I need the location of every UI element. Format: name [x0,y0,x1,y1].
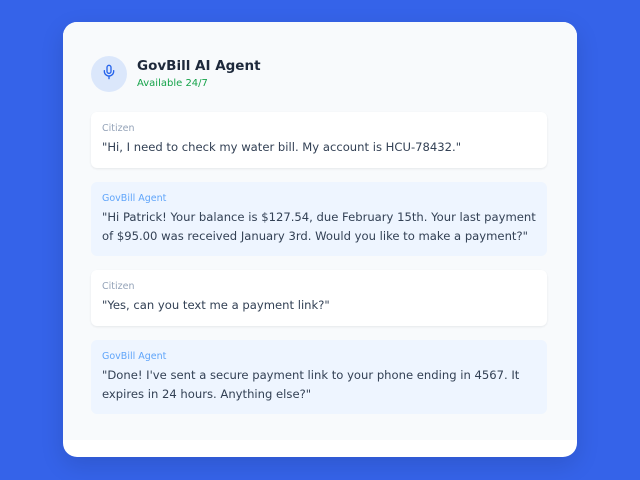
message-text: "Yes, can you text me a payment link?" [102,298,330,312]
chat-header: GovBill AI Agent Available 24/7 [91,56,261,92]
message-sender: GovBill Agent [102,351,167,362]
chat-card: GovBill AI Agent Available 24/7 Citizen … [63,22,577,457]
microphone-icon [101,64,117,84]
message-text: "Hi, I need to check my water bill. My a… [102,140,462,154]
message-text: "Done! I've sent a secure payment link t… [102,368,520,401]
message-agent: GovBill Agent "Hi Patrick! Your balance … [91,182,547,256]
message-sender: Citizen [102,281,135,292]
chat-panel: GovBill AI Agent Available 24/7 Citizen … [63,22,577,440]
message-text: "Hi Patrick! Your balance is $127.54, du… [102,210,536,243]
agent-avatar[interactable] [91,56,127,92]
message-sender: Citizen [102,123,135,134]
agent-status: Available 24/7 [137,78,208,89]
header-text: GovBill AI Agent Available 24/7 [137,57,261,91]
message-citizen: Citizen "Hi, I need to check my water bi… [91,112,547,168]
message-sender: GovBill Agent [102,193,167,204]
agent-name: GovBill AI Agent [137,58,261,74]
message-citizen: Citizen "Yes, can you text me a payment … [91,270,547,326]
message-agent: GovBill Agent "Done! I've sent a secure … [91,340,547,414]
